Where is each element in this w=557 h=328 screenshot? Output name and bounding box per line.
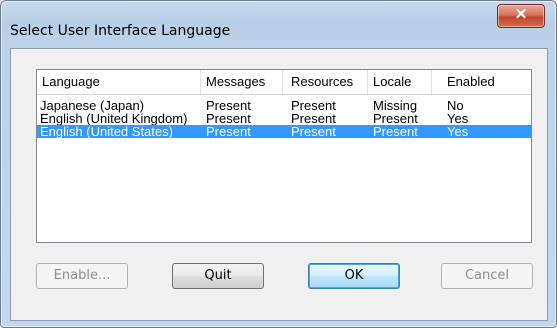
dialog-window: Select User Interface Language ✕ Languag… xyxy=(0,0,557,328)
column-header-messages[interactable]: Messages xyxy=(206,74,265,89)
quit-button[interactable]: Quit xyxy=(172,263,264,289)
column-header-resources[interactable]: Resources xyxy=(291,74,353,89)
column-header-locale[interactable]: Locale xyxy=(373,74,411,89)
cancel-button[interactable]: Cancel xyxy=(441,263,533,289)
cell-locale: Present xyxy=(373,124,418,139)
dialog-content: Language Messages Resources Locale Enabl… xyxy=(10,48,548,321)
list-header: Language Messages Resources Locale Enabl… xyxy=(37,70,531,95)
ok-button[interactable]: OK xyxy=(308,263,400,289)
column-header-language[interactable]: Language xyxy=(42,74,100,89)
column-header-enabled[interactable]: Enabled xyxy=(447,74,495,89)
dialog-title: Select User Interface Language xyxy=(10,23,231,39)
close-icon: ✕ xyxy=(514,6,528,23)
cell-enabled: Yes xyxy=(447,124,469,139)
list-row-english-us[interactable]: English (United States) Present Present … xyxy=(37,125,531,138)
column-separator[interactable] xyxy=(200,70,201,94)
cell-resources: Present xyxy=(291,124,336,139)
language-list[interactable]: Language Messages Resources Locale Enabl… xyxy=(36,69,532,243)
column-separator[interactable] xyxy=(431,70,432,94)
column-separator[interactable] xyxy=(282,70,283,94)
column-separator[interactable] xyxy=(367,70,368,94)
cell-language: English (United States) xyxy=(40,124,173,139)
close-button[interactable]: ✕ xyxy=(497,4,545,28)
enable-button[interactable]: Enable... xyxy=(36,263,128,289)
cell-messages: Present xyxy=(206,124,251,139)
